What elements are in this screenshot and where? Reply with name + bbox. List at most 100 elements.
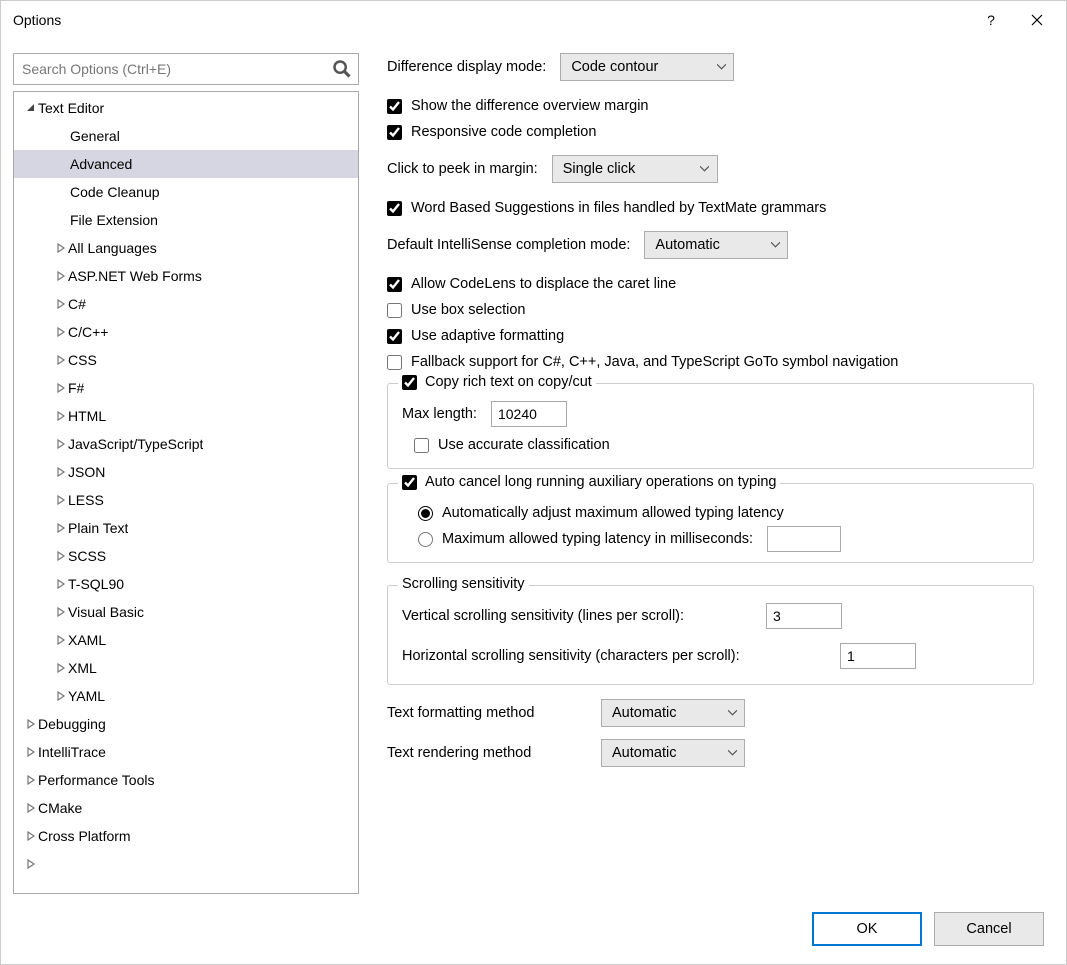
expand-icon[interactable] xyxy=(54,549,68,563)
search-icon xyxy=(332,59,352,79)
intellisense-select[interactable]: Automatic xyxy=(644,231,788,259)
diff-mode-select[interactable]: Code contour xyxy=(560,53,734,81)
tree-item-debugging[interactable]: Debugging xyxy=(14,710,358,738)
tree-item-crossplatform[interactable]: Cross Platform xyxy=(14,822,358,850)
row-auto-adjust: Automatically adjust maximum allowed typ… xyxy=(402,500,1019,526)
adaptive-formatting-checkbox[interactable] xyxy=(387,329,402,344)
ok-button[interactable]: OK xyxy=(812,912,922,946)
auto-adjust-radio[interactable] xyxy=(418,506,433,521)
collapse-icon[interactable] xyxy=(24,101,38,115)
help-button[interactable]: ? xyxy=(968,5,1014,35)
tree-item-plaintext[interactable]: Plain Text xyxy=(14,514,358,542)
hscroll-input[interactable] xyxy=(840,643,916,669)
expand-icon[interactable] xyxy=(54,381,68,395)
tree-item-csharp[interactable]: C# xyxy=(14,290,358,318)
tree-item-xml[interactable]: XML xyxy=(14,654,358,682)
tree-item-jsts[interactable]: JavaScript/TypeScript xyxy=(14,430,358,458)
tree-item-aspnet[interactable]: ASP.NET Web Forms xyxy=(14,262,358,290)
search-input[interactable] xyxy=(14,61,332,77)
expand-icon[interactable] xyxy=(24,717,38,731)
box-selection-checkbox[interactable] xyxy=(387,303,402,318)
copy-rich-checkbox[interactable] xyxy=(402,375,417,390)
responsive-completion-checkbox[interactable] xyxy=(387,125,402,140)
accurate-classification-checkbox[interactable] xyxy=(414,438,429,453)
tree-item-ccpp[interactable]: C/C++ xyxy=(14,318,358,346)
vscroll-input[interactable] xyxy=(766,603,842,629)
tree-item-html[interactable]: HTML xyxy=(14,402,358,430)
fieldset-scrolling: Scrolling sensitivity Vertical scrolling… xyxy=(387,585,1034,685)
expand-icon[interactable] xyxy=(54,297,68,311)
row-show-diff-margin: Show the difference overview margin xyxy=(387,93,1034,119)
expand-icon[interactable] xyxy=(54,409,68,423)
tree-item-code-cleanup[interactable]: Code Cleanup xyxy=(14,178,358,206)
row-peek: Click to peek in margin: Single click xyxy=(387,155,1034,183)
expand-icon[interactable] xyxy=(54,633,68,647)
options-tree: Text Editor General Advanced Code Cleanu… xyxy=(13,91,359,894)
expand-icon[interactable] xyxy=(54,689,68,703)
rendering-method-select[interactable]: Automatic xyxy=(601,739,745,767)
row-responsive-completion: Responsive code completion xyxy=(387,119,1034,145)
scrolling-title: Scrolling sensitivity xyxy=(398,576,529,592)
word-suggestions-checkbox[interactable] xyxy=(387,201,402,216)
tree-item-json[interactable]: JSON xyxy=(14,458,358,486)
auto-cancel-checkbox[interactable] xyxy=(402,475,417,490)
rendering-method-label: Text rendering method xyxy=(387,745,587,761)
tree-item-general[interactable]: General xyxy=(14,122,358,150)
show-diff-margin-checkbox[interactable] xyxy=(387,99,402,114)
peek-select[interactable]: Single click xyxy=(552,155,718,183)
tree-item-xaml[interactable]: XAML xyxy=(14,626,358,654)
expand-icon[interactable] xyxy=(24,801,38,815)
chevron-down-icon xyxy=(715,61,727,73)
tree-item-overflow[interactable] xyxy=(14,850,358,878)
search-options[interactable] xyxy=(13,53,359,85)
allow-codelens-checkbox[interactable] xyxy=(387,277,402,292)
dialog-title: Options xyxy=(13,12,968,28)
tree-item-file-extension[interactable]: File Extension xyxy=(14,206,358,234)
tree-item-scss[interactable]: SCSS xyxy=(14,542,358,570)
close-button[interactable] xyxy=(1014,5,1060,35)
tree-item-perftools[interactable]: Performance Tools xyxy=(14,766,358,794)
expand-icon[interactable] xyxy=(54,465,68,479)
tree-item-yaml[interactable]: YAML xyxy=(14,682,358,710)
max-length-label: Max length: xyxy=(402,406,477,422)
dialog-footer: OK Cancel xyxy=(1,894,1066,964)
row-word-suggestions: Word Based Suggestions in files handled … xyxy=(387,195,1034,221)
cancel-button[interactable]: Cancel xyxy=(934,912,1044,946)
expand-icon[interactable] xyxy=(54,353,68,367)
tree-item-less[interactable]: LESS xyxy=(14,486,358,514)
expand-icon[interactable] xyxy=(54,437,68,451)
tree-item-intellitrace[interactable]: IntelliTrace xyxy=(14,738,358,766)
expand-icon[interactable] xyxy=(24,773,38,787)
formatting-method-select[interactable]: Automatic xyxy=(601,699,745,727)
tree-item-cmake[interactable]: CMake xyxy=(14,794,358,822)
expand-icon[interactable] xyxy=(54,269,68,283)
options-tree-scroll[interactable]: Text Editor General Advanced Code Cleanu… xyxy=(14,92,358,893)
tree-item-advanced[interactable]: Advanced xyxy=(14,150,358,178)
row-diff-mode: Difference display mode: Code contour xyxy=(387,53,1034,81)
expand-icon[interactable] xyxy=(54,241,68,255)
right-panel: Difference display mode: Code contour Sh… xyxy=(387,53,1054,894)
row-accurate-classification: Use accurate classification xyxy=(402,432,1019,458)
row-box-selection: Use box selection xyxy=(387,297,1034,323)
fallback-goto-checkbox[interactable] xyxy=(387,355,402,370)
expand-icon[interactable] xyxy=(54,577,68,591)
left-panel: Text Editor General Advanced Code Cleanu… xyxy=(13,53,359,894)
expand-icon[interactable] xyxy=(54,661,68,675)
tree-item-css[interactable]: CSS xyxy=(14,346,358,374)
expand-icon[interactable] xyxy=(24,829,38,843)
expand-icon[interactable] xyxy=(54,605,68,619)
max-latency-radio[interactable] xyxy=(418,532,433,547)
chevron-down-icon xyxy=(699,163,711,175)
max-latency-input[interactable] xyxy=(767,526,841,552)
tree-item-text-editor[interactable]: Text Editor xyxy=(14,94,358,122)
max-length-input[interactable] xyxy=(491,401,567,427)
expand-icon[interactable] xyxy=(54,521,68,535)
expand-icon[interactable] xyxy=(54,325,68,339)
tree-item-fsharp[interactable]: F# xyxy=(14,374,358,402)
tree-item-tsql[interactable]: T-SQL90 xyxy=(14,570,358,598)
expand-icon[interactable] xyxy=(24,857,38,871)
tree-item-all-languages[interactable]: All Languages xyxy=(14,234,358,262)
expand-icon[interactable] xyxy=(24,745,38,759)
tree-item-vb[interactable]: Visual Basic xyxy=(14,598,358,626)
expand-icon[interactable] xyxy=(54,493,68,507)
